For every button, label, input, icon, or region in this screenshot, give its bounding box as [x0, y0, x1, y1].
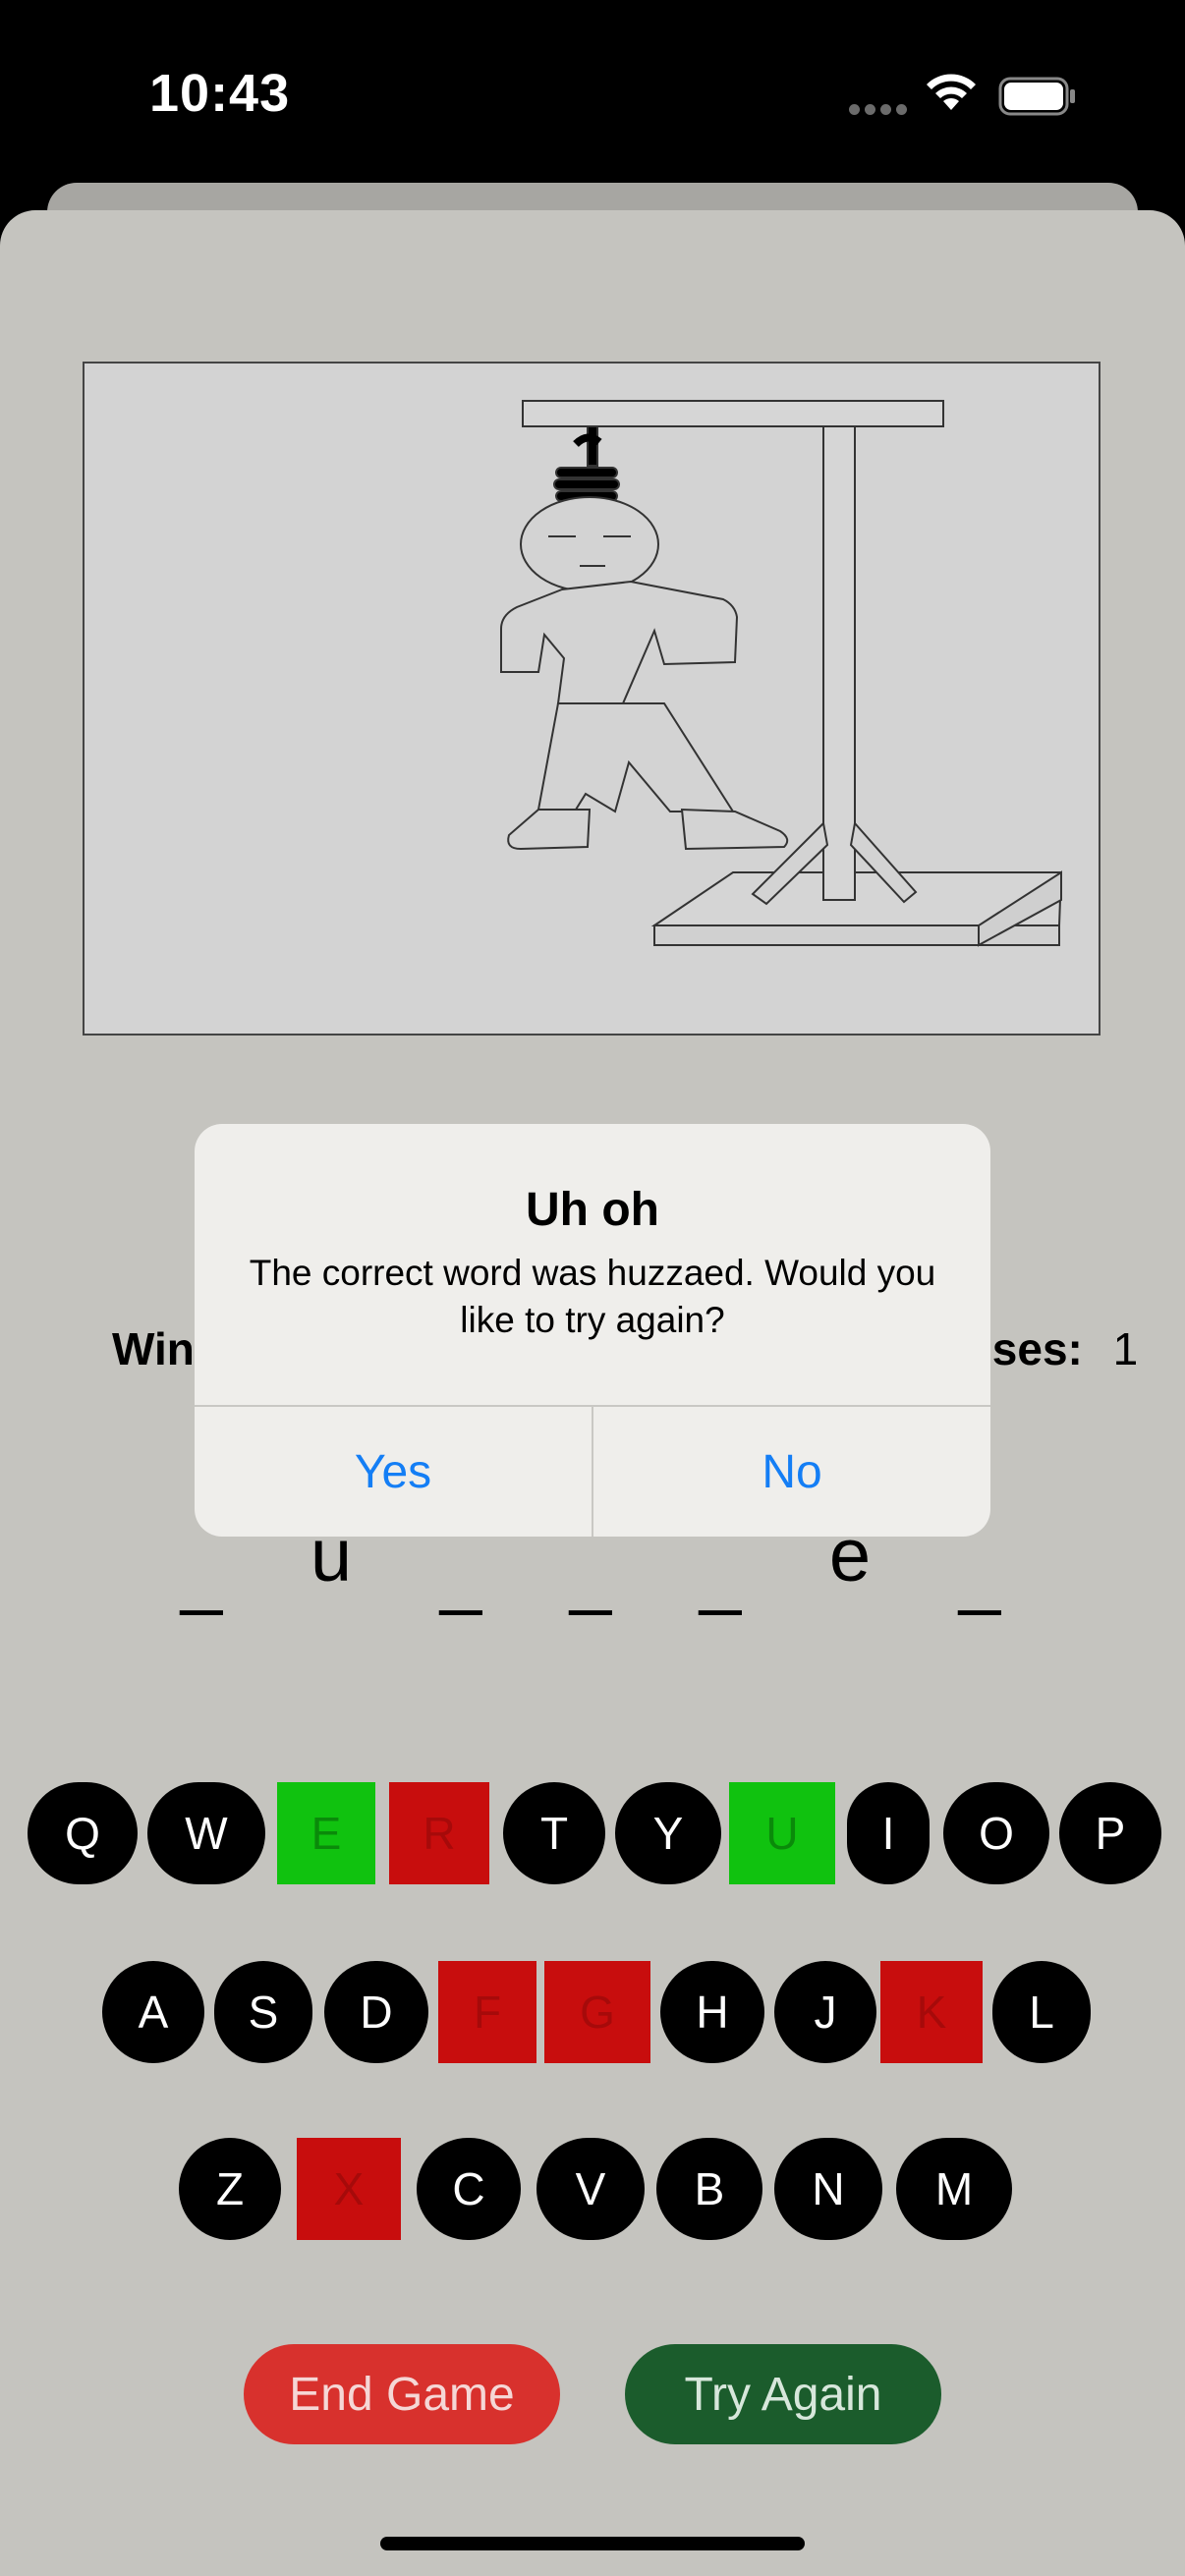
key-s[interactable]: S: [214, 1961, 312, 2063]
letter-slot: _: [958, 1534, 1001, 1617]
key-l[interactable]: L: [992, 1961, 1091, 2063]
alert-yes-button[interactable]: Yes: [195, 1407, 592, 1537]
key-n[interactable]: N: [774, 2138, 882, 2240]
letter-slot: _: [569, 1534, 612, 1617]
clock: 10:43: [149, 64, 291, 123]
key-w[interactable]: W: [147, 1782, 265, 1884]
key-o[interactable]: O: [943, 1782, 1049, 1884]
game-over-alert: Uh oh The correct word was huzzaed. Woul…: [195, 1124, 990, 1537]
key-q[interactable]: Q: [28, 1782, 138, 1884]
key-d[interactable]: D: [324, 1961, 428, 2063]
letter-slot: _: [699, 1534, 742, 1617]
losses-value: 1: [1112, 1323, 1139, 1374]
hangman-picture: [83, 362, 1100, 1036]
key-h[interactable]: H: [660, 1961, 764, 2063]
key-b[interactable]: B: [656, 2138, 762, 2240]
key-c[interactable]: C: [417, 2138, 521, 2240]
end-game-button[interactable]: End Game: [244, 2344, 560, 2444]
keyboard-row-2: A S D F G H J K L: [0, 1961, 1185, 2063]
key-i[interactable]: I: [847, 1782, 930, 1884]
alert-title: Uh oh: [526, 1184, 659, 1236]
key-e[interactable]: E: [277, 1782, 375, 1884]
alert-message: The correct word was huzzaed. Would you …: [249, 1253, 936, 1340]
key-m[interactable]: M: [896, 2138, 1012, 2240]
hangman-drawing: [500, 400, 1063, 947]
key-v[interactable]: V: [536, 2138, 645, 2240]
key-f[interactable]: F: [438, 1961, 536, 2063]
key-x[interactable]: X: [297, 2138, 401, 2240]
cellular-dots-icon: [849, 102, 912, 120]
alert-no-button[interactable]: No: [593, 1407, 990, 1537]
key-u[interactable]: U: [729, 1782, 835, 1884]
key-p[interactable]: P: [1059, 1782, 1161, 1884]
try-again-button[interactable]: Try Again: [625, 2344, 941, 2444]
key-k[interactable]: K: [880, 1961, 983, 2063]
key-a[interactable]: A: [102, 1961, 204, 2063]
letter-slot: _: [439, 1534, 482, 1617]
keyboard-row-3: Z X C V B N M: [0, 2138, 1185, 2240]
letter-slot: _: [180, 1534, 223, 1617]
keyboard-row-1: Q W E R T Y U I O P: [0, 1782, 1185, 1884]
key-t[interactable]: T: [503, 1782, 605, 1884]
key-z[interactable]: Z: [179, 2138, 281, 2240]
key-r[interactable]: R: [389, 1782, 489, 1884]
battery-icon: [998, 77, 1075, 116]
wifi-icon: [927, 74, 976, 110]
home-indicator[interactable]: [380, 2537, 805, 2550]
key-j[interactable]: J: [774, 1961, 876, 2063]
key-g[interactable]: G: [544, 1961, 650, 2063]
key-y[interactable]: Y: [615, 1782, 721, 1884]
status-bar: 10:43: [0, 0, 1185, 187]
